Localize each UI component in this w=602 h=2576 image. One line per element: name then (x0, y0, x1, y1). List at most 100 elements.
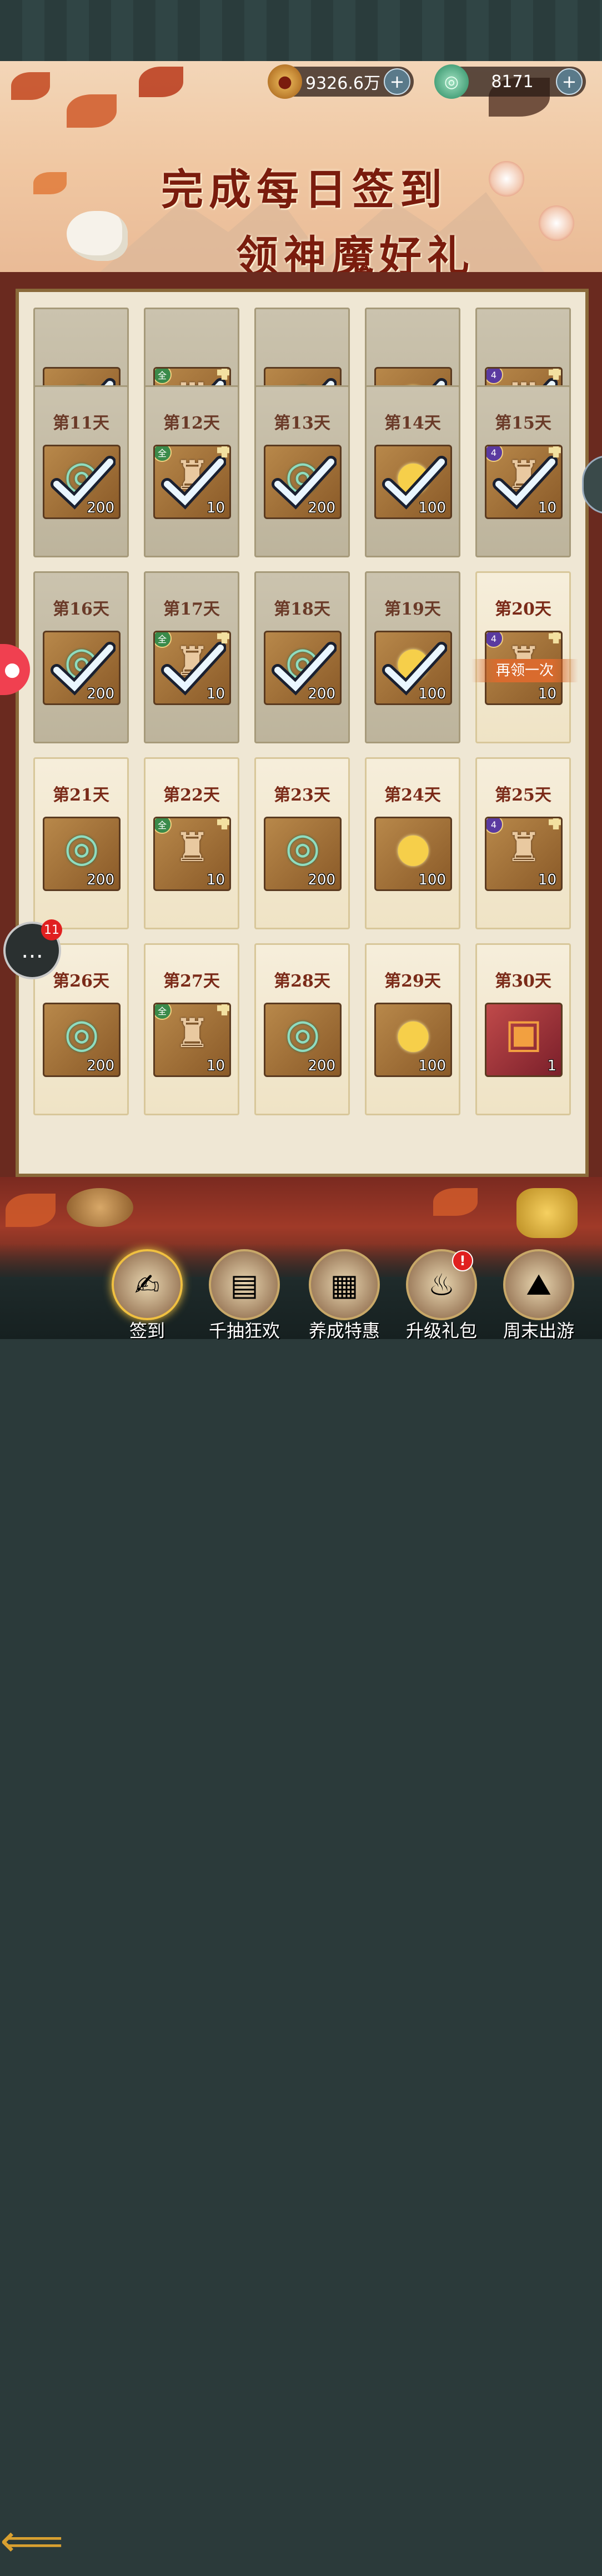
reward-item[interactable]: ◎200 (264, 1003, 342, 1077)
reward-item[interactable]: ♜10全 (153, 817, 231, 891)
back-arrow-icon[interactable]: ⟸ (0, 2515, 72, 2576)
signin-day-card[interactable]: 第28天 ◎ 200 (254, 943, 350, 1115)
nav-tab-label: 周末出游 (503, 1320, 574, 1341)
day-label: 第17天 (163, 600, 220, 619)
jade-reward-icon: ◎ (64, 1010, 99, 1056)
jade-reward-icon: ◎ (285, 824, 320, 871)
signin-day-card[interactable]: 第27天 ♜ 10 全 (144, 943, 239, 1115)
add-gold-button[interactable]: + (384, 68, 410, 95)
jade-currency-display: ◎ 8171 + (434, 64, 586, 99)
signin-day-card[interactable]: 第21天 ◎ 200 (33, 757, 129, 929)
maple-leaf-decoration (11, 72, 50, 100)
landscape-icon: ⛰ (503, 1249, 574, 1320)
nav-tab-3[interactable]: ▦ 养成特惠 (303, 1249, 386, 1341)
claimed-check-icon (161, 456, 226, 510)
reward-item[interactable]: ▣ 1 (485, 1003, 563, 1077)
signin-icon: ✍ (112, 1249, 183, 1320)
signin-day-card[interactable]: 第30天 ▣ 1 (475, 943, 571, 1115)
reward-item[interactable]: ◎200 (43, 1003, 121, 1077)
signin-day-card[interactable]: 第14天 ● 100 (365, 385, 460, 557)
nav-tab-label: 升级礼包 (405, 1320, 477, 1341)
signin-day-card[interactable]: 第29天 ● 100 (365, 943, 460, 1115)
signin-day-card[interactable]: 第13天 ◎ 200 (254, 385, 350, 557)
signin-day-card[interactable]: 第23天 ◎ 200 (254, 757, 350, 929)
chat-bubble-icon: … (21, 938, 43, 963)
signin-day-card[interactable]: 第15天 ♜ 10 4 (475, 385, 571, 557)
claimed-check-icon (51, 642, 116, 696)
signin-day-card[interactable]: 第25天 ♜ 10 4 (475, 757, 571, 929)
reward-quantity: 200 (308, 872, 335, 888)
lantern-decoration (539, 205, 574, 241)
day-label: 第23天 (274, 786, 330, 805)
nav-tab-1[interactable]: ✍ 签到 (106, 1249, 189, 1341)
reward-quantity: 1 (547, 1058, 556, 1074)
reward-item[interactable]: ●100 (374, 1003, 452, 1077)
day-label: 第19天 (384, 600, 441, 619)
maple-leaf-decoration (139, 67, 183, 97)
bottom-nav: ⟸ ✍ 签到 ▤ 千抽狂欢 ▦ 养成特惠 ♨! 升级礼包 ⛰ 周末出游 (0, 1244, 602, 2567)
reward-quantity: 10 (206, 1058, 225, 1074)
gold-amount: 9326.6万 (305, 74, 380, 93)
claim-again-button[interactable]: 再领一次 (471, 659, 578, 682)
nav-tab-5[interactable]: ⛰ 周末出游 (497, 1249, 580, 1341)
signin-day-card[interactable]: 第24天 ● 100 (365, 757, 460, 929)
signin-day-card[interactable]: 第17天 ♜ 10 全 (144, 571, 239, 743)
gold-ingot-decoration (516, 1188, 578, 1238)
reward-item[interactable]: ♜104 (485, 445, 563, 519)
signin-day-card[interactable]: 第19天 ● 100 (365, 571, 460, 743)
day-label: 第29天 (384, 972, 441, 991)
day-label: 第14天 (384, 414, 441, 433)
reward-item[interactable]: ◎200 (264, 631, 342, 705)
signin-day-card[interactable]: 第12天 ♜ 10 全 (144, 385, 239, 557)
add-jade-button[interactable]: + (556, 68, 583, 95)
reward-item[interactable]: ◎200 (43, 445, 121, 519)
maple-leaf-decoration (67, 94, 117, 128)
day-label: 第24天 (384, 786, 441, 805)
chat-unread-badge: 11 (41, 919, 62, 940)
banner-title-line1: 完成每日签到 (161, 165, 448, 214)
claimed-check-icon (382, 456, 447, 510)
day-label: 第13天 (274, 414, 330, 433)
claimed-check-icon (382, 642, 447, 696)
day-label: 第30天 (495, 972, 551, 991)
reward-item[interactable]: ◎200 (264, 445, 342, 519)
claimed-check-icon (161, 642, 226, 696)
signin-day-card[interactable]: 第22天 ♜ 10 全 (144, 757, 239, 929)
nav-tab-2[interactable]: ▤ 千抽狂欢 (203, 1249, 286, 1341)
reward-item[interactable]: ◎200 (264, 817, 342, 891)
reward-item[interactable]: ◎200 (43, 817, 121, 891)
jade-amount: 8171 (491, 72, 534, 92)
reward-item[interactable]: ●100 (374, 631, 452, 705)
signin-day-card[interactable]: 第18天 ◎ 200 (254, 571, 350, 743)
signin-day-card[interactable]: 第16天 ◎ 200 (33, 571, 129, 743)
claimed-check-icon (272, 456, 337, 510)
nav-tab-4[interactable]: ♨! 升级礼包 (400, 1249, 483, 1341)
claimed-check-icon (493, 456, 558, 510)
reward-item[interactable]: ◎200 (43, 631, 121, 705)
reward-quantity: 200 (308, 1058, 335, 1074)
signin-day-card[interactable]: 第20天♜104再领一次 (471, 571, 578, 743)
reward-quantity: 200 (87, 872, 114, 888)
envelope-reward-icon: ▣ (504, 1010, 543, 1056)
day-label: 第16天 (53, 600, 109, 619)
reward-item[interactable]: ♜10全 (153, 1003, 231, 1077)
reward-quantity: 100 (418, 872, 446, 888)
day-label: 第15天 (495, 414, 551, 433)
day-label: 第27天 (163, 972, 220, 991)
signin-board[interactable]: ◎200♜10全◎200●100♜104第11天◎200第12天♜10全第13天… (16, 289, 589, 1177)
lantern-decoration (489, 161, 524, 197)
chat-button[interactable]: … 11 (3, 919, 62, 979)
reward-item[interactable]: ♜10全 (153, 445, 231, 519)
reward-item[interactable]: ♜104 (485, 817, 563, 891)
day-label: 第28天 (274, 972, 330, 991)
reward-quantity: 10 (538, 872, 556, 888)
day-label: 第11天 (53, 414, 109, 433)
gold-coin-icon: ● (268, 64, 302, 99)
reward-item[interactable]: ●100 (374, 817, 452, 891)
reward-item[interactable]: ♜10全 (153, 631, 231, 705)
reward-item[interactable]: ●100 (374, 445, 452, 519)
chest-icon: ▦ (309, 1249, 380, 1320)
gold-currency-display: ● 9326.6万 + (268, 64, 414, 99)
signin-day-card[interactable]: 第11天 ◎ 200 (33, 385, 129, 557)
claimed-check-icon (51, 456, 116, 510)
